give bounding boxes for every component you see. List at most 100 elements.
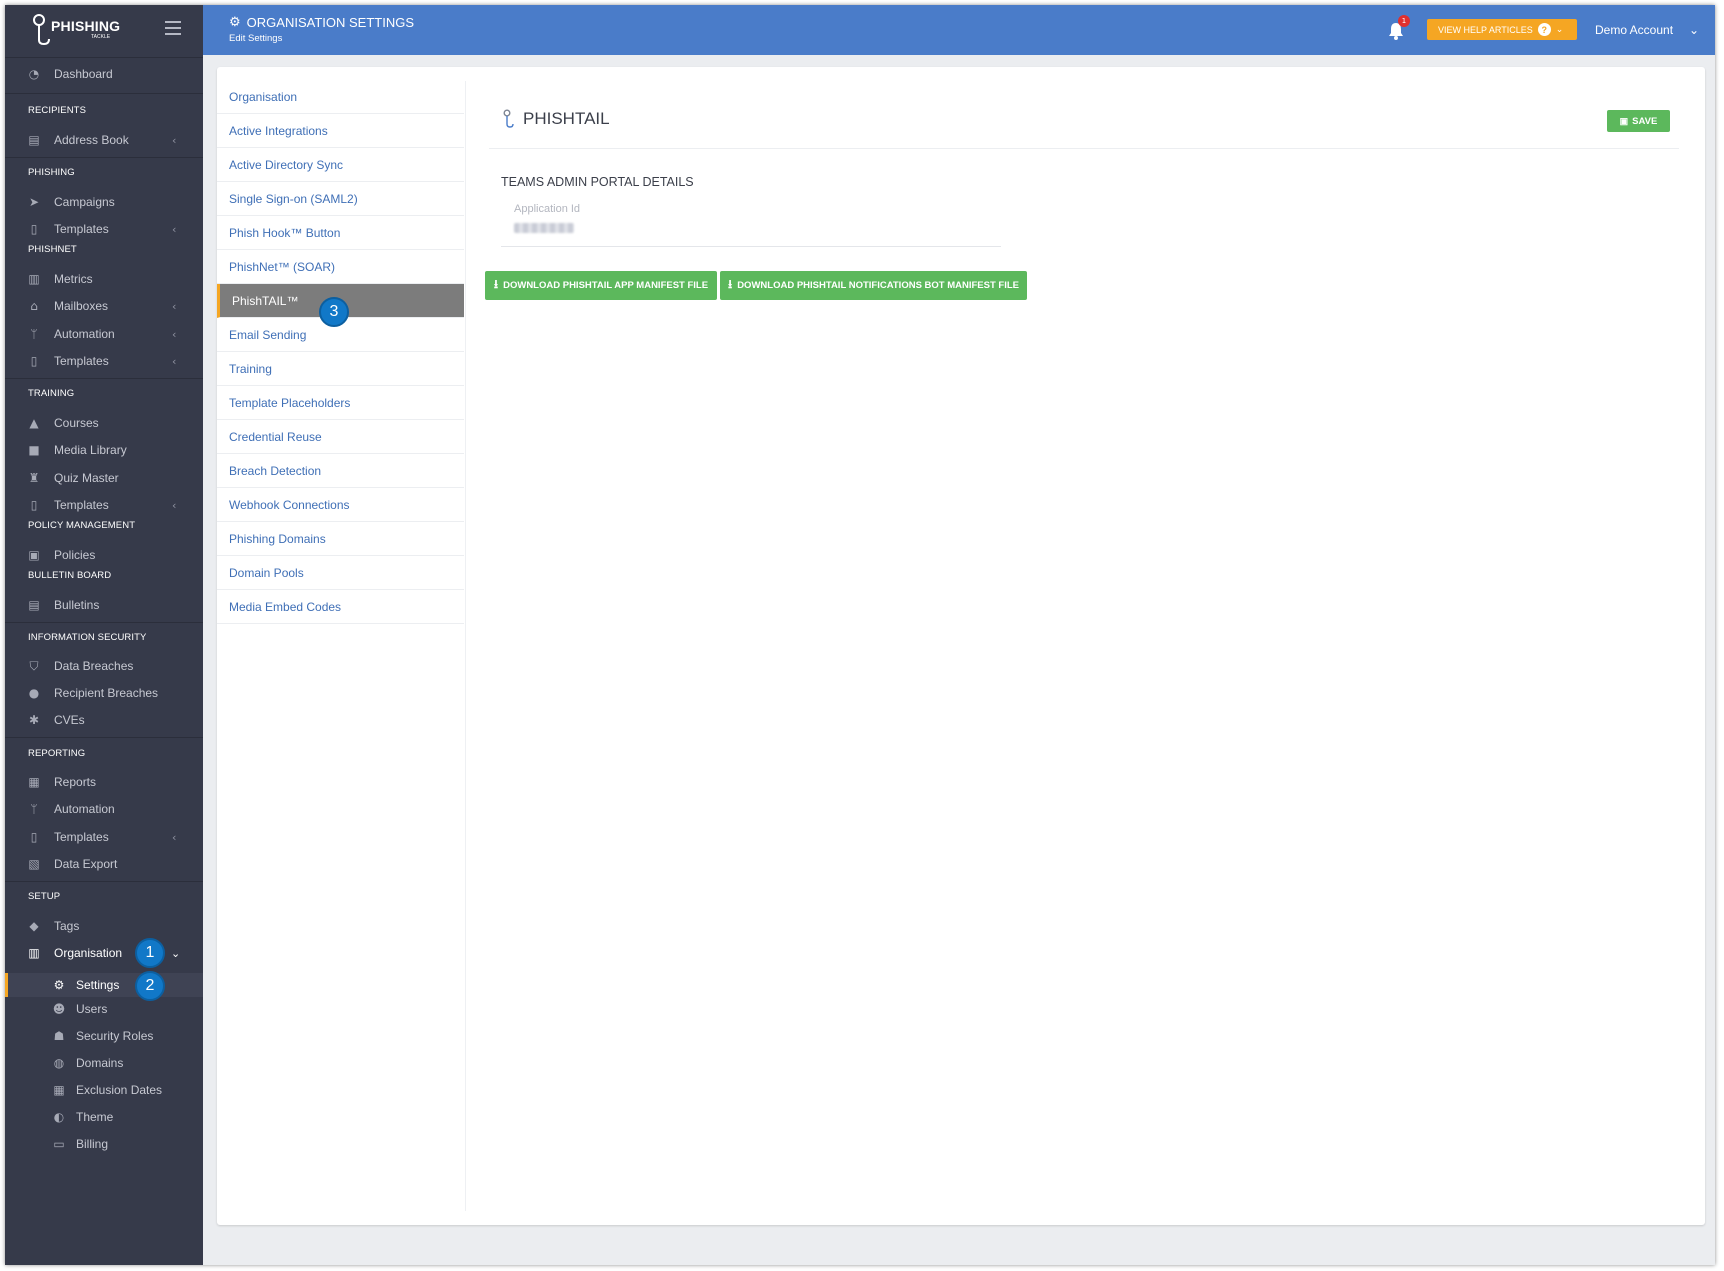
settings-menu-item-active-integrations[interactable]: Active Integrations — [217, 114, 464, 148]
settings-menu-item-domain-pools[interactable]: Domain Pools — [217, 556, 464, 590]
sidebar-divider — [5, 157, 203, 158]
page-title: ⚙ ORGANISATION SETTINGS — [229, 14, 414, 30]
sidebar-item-organisation[interactable]: ▥ Organisation ⌄ — [5, 940, 203, 966]
sidebar-item-bulletins[interactable]: ▤ Bulletins — [5, 592, 203, 618]
account-menu[interactable]: Demo Account ⌄ — [1595, 19, 1699, 40]
field-underline — [501, 246, 1001, 247]
sidebar-divider — [5, 622, 203, 623]
settings-menu-item-phishnet-soar[interactable]: PhishNet™ (SOAR) — [217, 250, 464, 284]
file-icon: ▯ — [30, 354, 38, 368]
chevron-left-icon: ‹ — [172, 133, 177, 147]
menu-toggle-icon[interactable] — [165, 21, 181, 35]
trophy-icon: ♜ — [28, 471, 40, 485]
sidebar-item-label: Data Breaches — [54, 659, 134, 673]
settings-menu-item-credential-reuse[interactable]: Credential Reuse — [217, 420, 464, 454]
sidebar-item-recipient-breaches[interactable]: ● Recipient Breaches — [5, 680, 203, 706]
sidebar-item-label: Templates — [54, 354, 109, 368]
settings-menu-item-phishing-domains[interactable]: Phishing Domains — [217, 522, 464, 556]
sidebar-item-tags[interactable]: ◆ Tags — [5, 913, 203, 939]
bar-chart-icon: ▥ — [28, 272, 40, 286]
save-button[interactable]: ▣ SAVE — [1607, 110, 1670, 132]
settings-menu-item-organisation[interactable]: Organisation — [217, 80, 464, 114]
app-logo[interactable]: PHISHING TACKLE — [31, 13, 141, 51]
sidebar-item-address-book[interactable]: ▤ Address Book ‹ — [5, 127, 203, 153]
top-header: ⚙ ORGANISATION SETTINGS Edit Settings 1 … — [203, 5, 1715, 55]
sidebar-item-reports[interactable]: ▦ Reports — [5, 769, 203, 795]
sidebar-item-quiz-master[interactable]: ♜ Quiz Master — [5, 465, 203, 491]
settings-menu-item-media-embed-codes[interactable]: Media Embed Codes — [217, 590, 464, 624]
section-heading-policy-management: POLICY MANAGEMENT — [28, 520, 136, 531]
building-icon: ▥ — [28, 946, 40, 960]
sidebar-item-data-export[interactable]: ▧ Data Export — [5, 851, 203, 877]
bug-icon: ✱ — [28, 713, 40, 727]
sidebar-item-label: Address Book — [54, 133, 129, 147]
settings-menu-item-template-placeholders[interactable]: Template Placeholders — [217, 386, 464, 420]
sidebar-subitem-exclusion-dates[interactable]: ▦ Exclusion Dates — [5, 1078, 203, 1102]
sidebar-item-label: Dashboard — [54, 67, 113, 81]
sidebar-item-label: Metrics — [54, 272, 93, 286]
sidebar-item-cves[interactable]: ✱ CVEs — [5, 707, 203, 733]
download-app-manifest-label: DOWNLOAD PHISHTAIL APP MANIFEST FILE — [503, 280, 709, 291]
sidebar-item-media-library[interactable]: ■ Media Library — [5, 437, 203, 463]
sidebar-subitem-theme[interactable]: ◐ Theme — [5, 1105, 203, 1129]
code-branch-icon: ᛘ — [30, 327, 38, 341]
sidebar-subitem-settings[interactable]: ⚙ Settings — [5, 973, 203, 997]
view-help-articles-button[interactable]: VIEW HELP ARTICLES ? ⌄ — [1427, 19, 1577, 40]
download-icon: ⭳ — [493, 277, 499, 291]
settings-menu-item-webhook-connections[interactable]: Webhook Connections — [217, 488, 464, 522]
sidebar-item-courses[interactable]: ▲ Courses — [5, 410, 203, 436]
sidebar-item-label: Data Export — [54, 857, 118, 871]
account-name: Demo Account — [1595, 22, 1674, 37]
help-button-label: VIEW HELP ARTICLES — [1438, 24, 1533, 35]
sidebar-subitem-domains[interactable]: ◍ Domains — [5, 1051, 203, 1075]
save-button-label: SAVE — [1632, 115, 1658, 127]
sidebar-item-policies[interactable]: ▣ Policies — [5, 542, 203, 568]
page-subtitle: Edit Settings — [229, 33, 283, 44]
user-shield-icon: ☗ — [53, 1029, 65, 1043]
sidebar-item-phishnet-automation[interactable]: ᛘ Automation ‹ — [5, 321, 203, 347]
sidebar-item-reporting-templates[interactable]: ▯ Templates ‹ — [5, 824, 203, 850]
page-title-text: ORGANISATION SETTINGS — [246, 14, 414, 30]
header-divider — [489, 148, 1679, 149]
fishhook-icon — [503, 109, 514, 128]
sidebar-item-phishnet-templates[interactable]: ▯ Templates ‹ — [5, 348, 203, 374]
download-icon: ⭳ — [727, 277, 733, 291]
settings-menu-item-breach-detection[interactable]: Breach Detection — [217, 454, 464, 488]
section-heading-information-security: INFORMATION SECURITY — [28, 632, 147, 643]
sidebar-item-campaigns[interactable]: ➤ Campaigns — [5, 189, 203, 215]
file-icon: ▯ — [30, 222, 38, 236]
sidebar-item-reporting-automation[interactable]: ᛘ Automation — [5, 796, 203, 822]
download-app-manifest-button[interactable]: ⭳ DOWNLOAD PHISHTAIL APP MANIFEST FILE — [485, 271, 717, 300]
sidebar-item-phishing-templates[interactable]: ▯ Templates ‹ — [5, 216, 203, 242]
sidebar-item-metrics[interactable]: ▥ Metrics — [5, 266, 203, 292]
gear-icon: ⚙ — [229, 14, 241, 29]
graduation-cap-icon: ▲ — [29, 416, 39, 430]
sidebar-item-label: Security Roles — [76, 1029, 154, 1043]
sidebar-subitem-users[interactable]: ☻ Users — [5, 997, 203, 1021]
sidebar-item-label: Templates — [54, 222, 109, 236]
sidebar-item-label: Templates — [54, 498, 109, 512]
clipboard-check-icon: ▣ — [28, 548, 40, 562]
sidebar-item-label: Policies — [54, 548, 96, 562]
sidebar-item-label: Exclusion Dates — [76, 1083, 163, 1097]
sidebar-item-mailboxes[interactable]: ⌂ Mailboxes ‹ — [5, 293, 203, 319]
sidebar-subitem-billing[interactable]: ▭ Billing — [5, 1132, 203, 1156]
paper-plane-icon: ➤ — [28, 195, 40, 209]
code-branch-icon: ᛘ — [30, 802, 38, 816]
settings-menu-item-training[interactable]: Training — [217, 352, 464, 386]
sidebar-item-label: Automation — [54, 327, 115, 341]
sidebar-item-dashboard[interactable]: ◔ Dashboard — [5, 61, 203, 87]
calendar-icon: ▦ — [53, 1083, 65, 1097]
settings-menu-item-single-sign-on[interactable]: Single Sign-on (SAML2) — [217, 182, 464, 216]
sidebar-item-data-breaches[interactable]: ⛉ Data Breaches — [5, 653, 203, 679]
settings-menu-item-active-directory-sync[interactable]: Active Directory Sync — [217, 148, 464, 182]
sidebar-subitem-security-roles[interactable]: ☗ Security Roles — [5, 1024, 203, 1048]
settings-menu-item-phish-hook-button[interactable]: Phish Hook™ Button — [217, 216, 464, 250]
chevron-left-icon: ‹ — [172, 498, 177, 512]
sidebar-item-label: Media Library — [54, 443, 127, 457]
sidebar-item-training-templates[interactable]: ▯ Templates ‹ — [5, 492, 203, 518]
download-bot-manifest-button[interactable]: ⭳ DOWNLOAD PHISHTAIL NOTIFICATIONS BOT M… — [720, 271, 1027, 300]
chevron-down-icon: ⌄ — [1689, 22, 1700, 37]
notification-count-badge: 1 — [1398, 15, 1410, 27]
notifications-button[interactable]: 1 — [1388, 15, 1410, 40]
